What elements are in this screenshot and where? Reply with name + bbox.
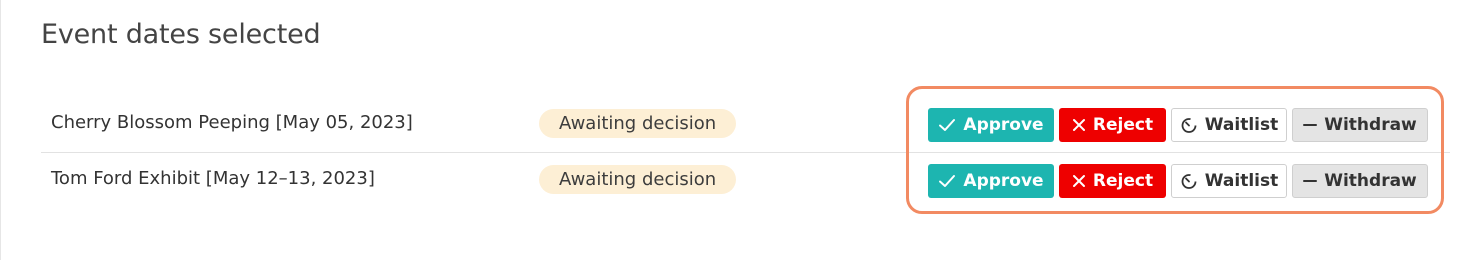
x-icon [1072,118,1086,132]
event-row: Tom Ford Exhibit [May 12–13, 2023] Await… [41,154,1450,208]
waitlist-button[interactable]: Waitlist [1171,108,1287,142]
minus-icon [1303,118,1318,132]
event-actions: Approve Reject Waitlist Withdraw [928,108,1428,142]
event-name: Tom Ford Exhibit [May 12–13, 2023] [51,168,375,189]
reject-button[interactable]: Reject [1059,164,1166,198]
withdraw-button[interactable]: Withdraw [1292,164,1428,198]
waitlist-label: Waitlist [1204,171,1279,191]
x-icon [1072,174,1086,188]
timer-icon [1180,116,1198,134]
approve-button[interactable]: Approve [928,164,1054,198]
event-name: Cherry Blossom Peeping [May 05, 2023] [51,112,413,133]
minus-icon [1303,174,1318,188]
status-badge: Awaiting decision [539,165,737,194]
panel-left-border [0,0,1,260]
reject-label: Reject [1092,171,1154,191]
reject-button[interactable]: Reject [1059,108,1166,142]
reject-label: Reject [1092,115,1154,135]
check-icon [938,118,956,132]
waitlist-button[interactable]: Waitlist [1171,164,1287,198]
approve-label: Approve [963,115,1044,135]
approve-label: Approve [963,171,1044,191]
timer-icon [1180,172,1198,190]
waitlist-label: Waitlist [1204,115,1279,135]
withdraw-label: Withdraw [1324,115,1417,135]
status-badge: Awaiting decision [539,109,737,138]
withdraw-button[interactable]: Withdraw [1292,108,1428,142]
page-title: Event dates selected [41,19,321,50]
event-row: Cherry Blossom Peeping [May 05, 2023] Aw… [41,98,1450,153]
approve-button[interactable]: Approve [928,108,1054,142]
withdraw-label: Withdraw [1324,171,1417,191]
event-actions: Approve Reject Waitlist Withdraw [928,164,1428,198]
check-icon [938,174,956,188]
